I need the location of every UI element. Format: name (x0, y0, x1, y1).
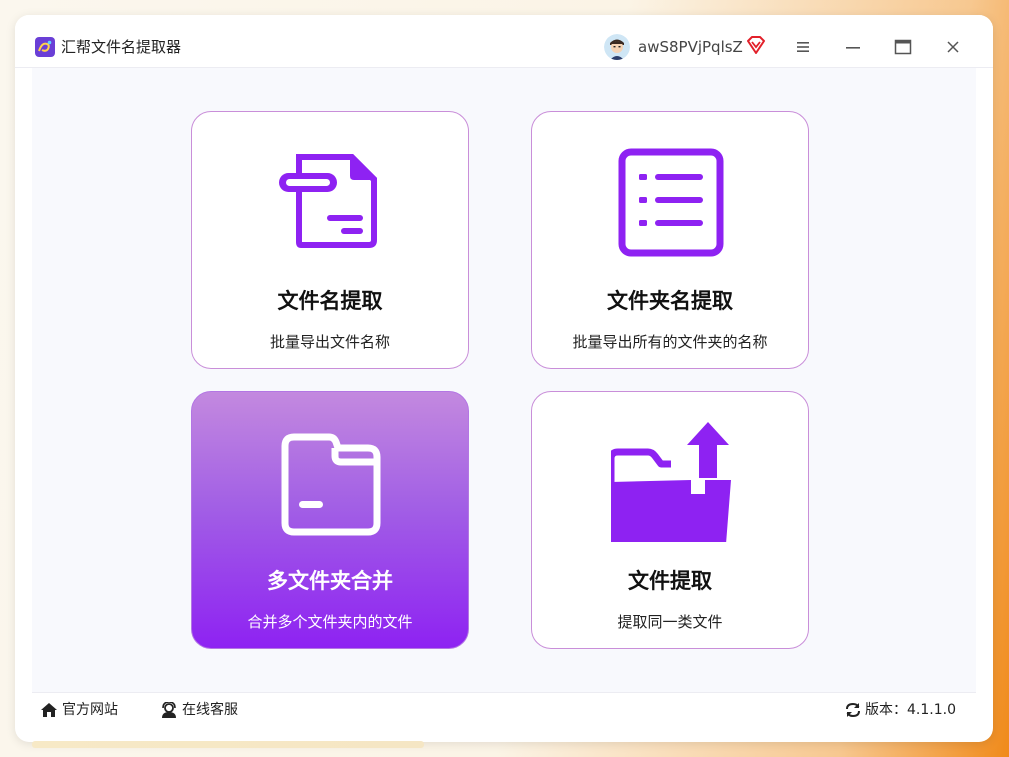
online-support-link[interactable]: 在线客服 (160, 701, 238, 719)
app-title: 汇帮文件名提取器 (61, 38, 182, 56)
title-bar: 汇帮文件名提取器 awS8PVjPqlsZ (15, 15, 993, 68)
card-title: 文件提取 (628, 569, 712, 593)
document-icon (279, 154, 377, 248)
list-icon (618, 148, 724, 257)
username[interactable]: awS8PVjPqlsZ (638, 37, 743, 57)
taskbar-highlight (32, 741, 424, 748)
version-label: 版本： (865, 702, 908, 718)
version-info: 版本： 4.1.1.0 (844, 701, 956, 719)
card-foldername-extract[interactable]: 文件夹名提取 批量导出所有的文件夹的名称 (531, 111, 809, 369)
card-subtitle: 合并多个文件夹内的文件 (247, 613, 413, 631)
app-logo-icon (35, 37, 55, 57)
minimize-icon[interactable] (841, 37, 865, 57)
refresh-icon[interactable] (844, 701, 862, 719)
official-website-link[interactable]: 官方网站 (40, 701, 118, 719)
official-website-label: 官方网站 (62, 702, 118, 718)
maximize-icon[interactable] (891, 37, 915, 57)
folder-icon (281, 433, 381, 536)
card-subtitle: 批量导出文件名称 (269, 333, 390, 351)
app-window: 汇帮文件名提取器 awS8PVjPqlsZ 文件名提取 批量导出文件名称 文件夹… (15, 15, 993, 742)
card-title: 文件名提取 (277, 289, 383, 313)
version-number: 4.1.1.0 (907, 702, 956, 718)
customer-service-icon (162, 702, 176, 718)
hamburger-menu-icon[interactable] (791, 37, 815, 57)
home-icon (41, 703, 57, 717)
user-avatar[interactable] (604, 34, 630, 60)
close-icon[interactable] (941, 37, 965, 57)
status-bar: 官方网站 在线客服 版本： 4.1.1.0 (32, 692, 976, 727)
card-title: 文件夹名提取 (607, 289, 733, 313)
card-subtitle: 提取同一类文件 (617, 613, 723, 631)
vip-diamond-icon[interactable] (746, 36, 766, 54)
main-content: 文件名提取 批量导出文件名称 文件夹名提取 批量导出所有的文件夹的名称 多文件夹… (32, 68, 976, 692)
card-multi-folder-merge[interactable]: 多文件夹合并 合并多个文件夹内的文件 (191, 391, 469, 649)
card-file-extract[interactable]: 文件提取 提取同一类文件 (531, 391, 809, 649)
folder-upload-icon (611, 422, 731, 542)
card-title: 多文件夹合并 (267, 569, 393, 593)
card-filename-extract[interactable]: 文件名提取 批量导出文件名称 (191, 111, 469, 369)
card-subtitle: 批量导出所有的文件夹的名称 (572, 333, 768, 351)
online-support-label: 在线客服 (182, 702, 238, 718)
